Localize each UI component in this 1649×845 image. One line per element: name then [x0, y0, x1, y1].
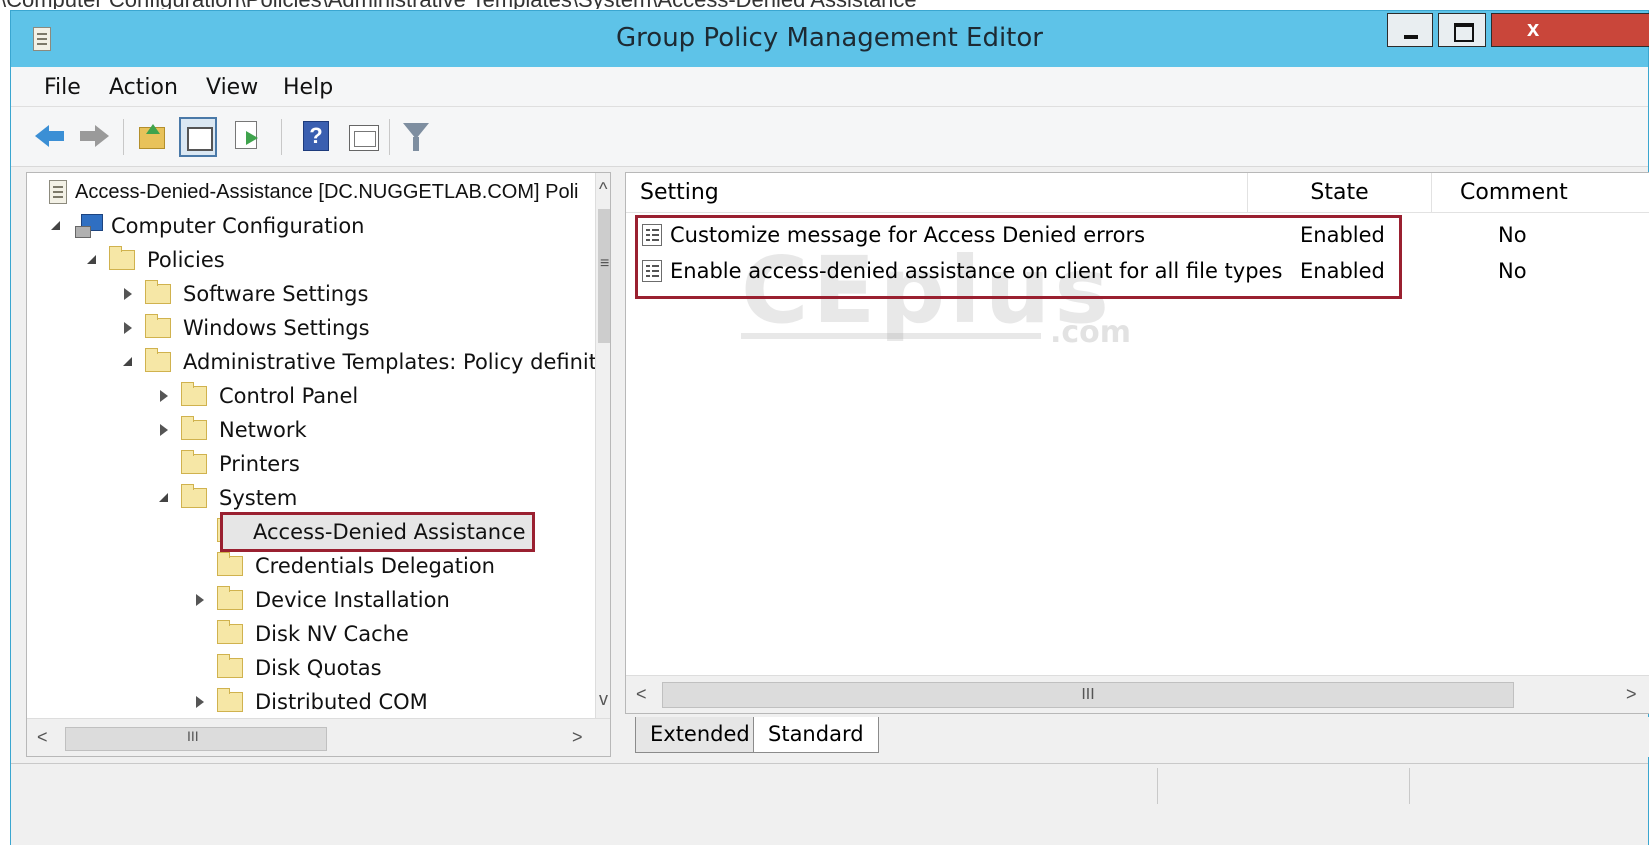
properties-icon[interactable] [349, 125, 379, 151]
toolbar-separator [123, 119, 124, 155]
tree-item-label: Computer Configuration [111, 214, 365, 238]
tree-item-label: Credentials Delegation [255, 554, 495, 578]
close-button[interactable]: x [1491, 13, 1649, 47]
details-horizontal-scrollbar[interactable]: < III > [626, 675, 1649, 713]
tree-item-label: Disk Quotas [255, 656, 382, 680]
folder-icon [181, 450, 207, 474]
image-caption: \Computer Configuration\Policies\Adminis… [0, 0, 1649, 9]
tree-item-label: Policies [147, 248, 225, 272]
tree-item-label: System [219, 486, 298, 510]
folder-icon [109, 246, 135, 270]
scroll-left-arrow-icon[interactable]: < [636, 684, 647, 705]
filter-icon[interactable] [403, 121, 433, 151]
setting-comment: No [1498, 223, 1527, 247]
expand-icon[interactable] [121, 277, 135, 311]
minimize-button[interactable] [1387, 13, 1433, 47]
scroll-right-arrow-icon[interactable]: > [572, 727, 583, 748]
tab-extended[interactable]: Extended [635, 717, 765, 753]
scroll-down-arrow-icon[interactable]: v [599, 689, 608, 710]
expand-icon[interactable] [193, 583, 207, 617]
collapse-icon[interactable] [121, 345, 135, 379]
tree-item-label: Software Settings [183, 282, 369, 306]
watermark-domain: .com [1050, 315, 1132, 350]
menu-view[interactable]: View [206, 75, 258, 100]
tree-item-label: Network [219, 418, 307, 442]
back-arrow-icon[interactable] [35, 121, 65, 151]
tree-item-label: Windows Settings [183, 316, 370, 340]
collapse-icon[interactable] [157, 481, 171, 515]
tree-item-label: Disk NV Cache [255, 622, 409, 646]
folder-icon [217, 552, 243, 576]
folder-icon [181, 382, 207, 406]
column-header-state[interactable]: State [1248, 173, 1432, 213]
forward-arrow-icon[interactable] [79, 121, 109, 151]
status-bar-segment [1157, 768, 1158, 804]
highlight-annotation-box [635, 215, 1402, 299]
folder-icon [217, 586, 243, 610]
details-horizontal-scroll-thumb[interactable]: III [662, 682, 1514, 708]
setting-comment: No [1498, 259, 1527, 283]
show-hide-tree-icon[interactable] [179, 117, 217, 157]
scroll-up-arrow-icon[interactable]: ^ [599, 179, 607, 200]
folder-icon [217, 688, 243, 712]
help-icon[interactable]: ? [303, 121, 329, 151]
folder-icon [217, 654, 243, 678]
gpo-icon [49, 180, 67, 204]
tree-item-label: Access-Denied-Assistance [DC.NUGGETLAB.C… [75, 181, 579, 203]
toolbar: ? [11, 107, 1648, 167]
tree-item-label-selected: Access-Denied Assistance [220, 512, 535, 552]
up-one-level-icon[interactable] [139, 124, 165, 149]
expand-icon[interactable] [157, 413, 171, 447]
folder-icon [181, 484, 207, 508]
expand-icon[interactable] [121, 311, 135, 345]
column-header-comment[interactable]: Comment [1432, 173, 1649, 213]
expand-icon[interactable] [193, 685, 207, 719]
client-area: File Action View Help ? Access-Denied-As… [11, 67, 1649, 845]
toolbar-separator [281, 119, 282, 155]
scroll-grip-icon: III [187, 728, 199, 744]
scroll-right-arrow-icon[interactable]: > [1626, 684, 1637, 705]
status-bar [11, 763, 1648, 807]
menu-action[interactable]: Action [109, 75, 178, 100]
computer-icon [75, 214, 103, 238]
tree-item-label: Device Installation [255, 588, 450, 612]
tree-item-label: Printers [219, 452, 300, 476]
collapse-icon[interactable] [49, 209, 63, 243]
tree-item-label: Distributed COM [255, 690, 428, 714]
toolbar-separator [389, 119, 390, 155]
view-tabs: Extended Standard [625, 717, 1649, 757]
column-header-setting[interactable]: Setting [626, 173, 1248, 213]
collapse-icon[interactable] [85, 243, 99, 277]
maximize-button[interactable] [1438, 13, 1486, 47]
tree-vertical-scroll-thumb[interactable] [598, 209, 610, 343]
menu-file[interactable]: File [44, 75, 81, 100]
menu-bar: File Action View Help [11, 67, 1648, 107]
tree-item-label: Control Panel [219, 384, 359, 408]
details-pane: Setting State Comment CEplus .com Custom… [625, 172, 1649, 714]
expand-icon[interactable] [157, 379, 171, 413]
folder-icon [145, 348, 171, 372]
tree-item-label: Administrative Templates: Policy definit [183, 350, 597, 374]
group-policy-window: Group Policy Management Editor x File Ac… [10, 10, 1649, 845]
scroll-left-arrow-icon[interactable]: < [37, 727, 48, 748]
folder-icon [145, 280, 171, 304]
status-bar-segment [1409, 768, 1410, 804]
scroll-grip-icon: ≡ [600, 255, 610, 272]
export-list-icon[interactable] [235, 121, 258, 149]
folder-icon [145, 314, 171, 338]
tree-vertical-scrollbar[interactable]: ^ ≡ v [595, 173, 610, 718]
tree-horizontal-scrollbar[interactable]: < III > [27, 718, 610, 756]
title-bar[interactable]: Group Policy Management Editor x [11, 11, 1649, 67]
watermark-underline [741, 333, 1041, 339]
tab-standard[interactable]: Standard [753, 717, 879, 753]
menu-help[interactable]: Help [283, 75, 333, 100]
folder-icon [217, 620, 243, 644]
folder-icon [181, 416, 207, 440]
console-tree-pane: Access-Denied-Assistance [DC.NUGGETLAB.C… [26, 172, 611, 757]
